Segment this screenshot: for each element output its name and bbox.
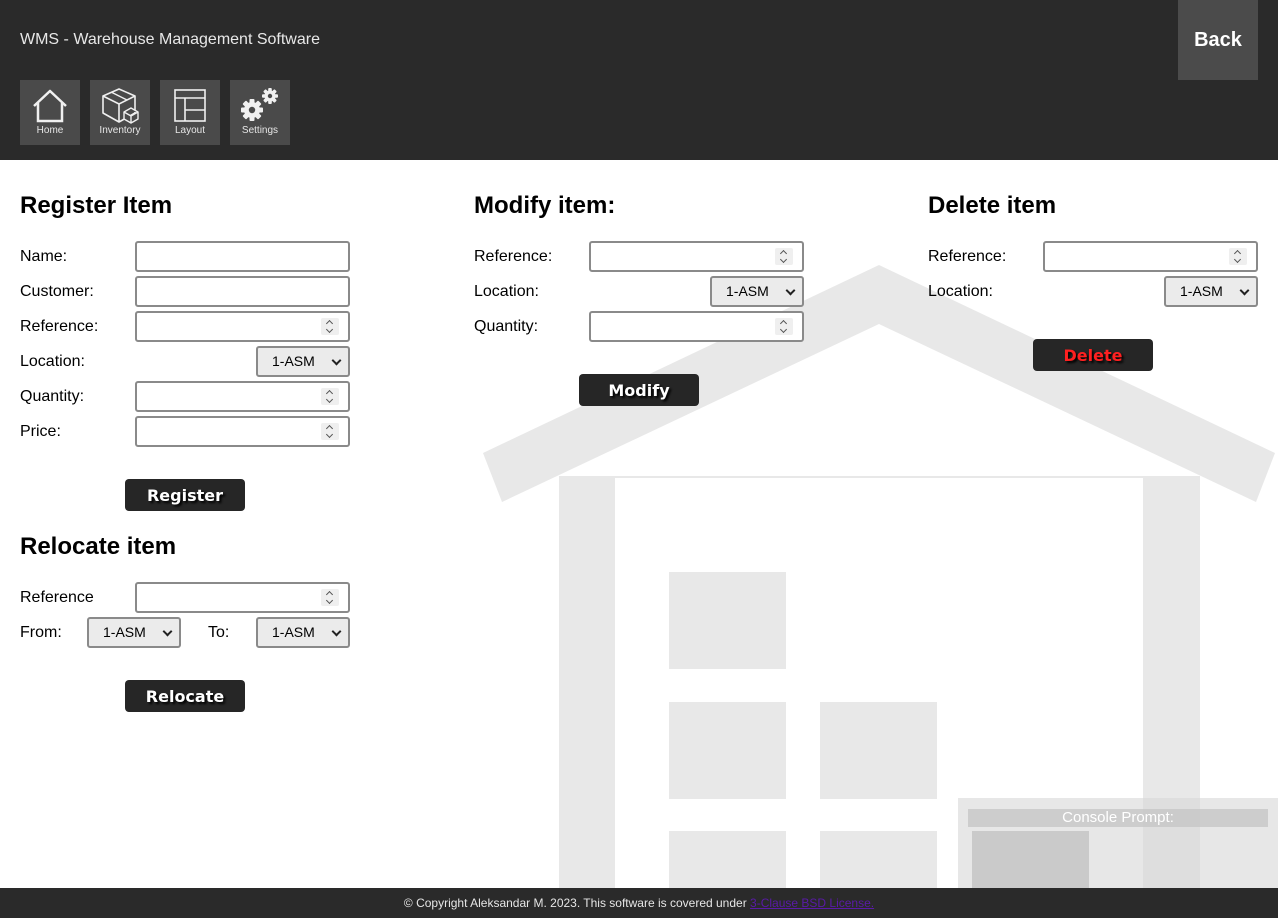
nav-settings-button[interactable]: Settings [230,80,290,145]
delete-title: Delete item [928,192,1057,219]
nav-layout-label: Layout [174,125,206,136]
chevron-down-icon [331,355,342,366]
register-reference-input[interactable] [135,311,350,342]
register-location-label: Location: [20,353,85,370]
modify-location-label: Location: [474,283,539,300]
relocate-title: Relocate item [20,533,177,560]
app-header: WMS - Warehouse Management Software Back… [0,0,1278,160]
nav-layout-button[interactable]: Layout [160,80,220,145]
spinner-icon[interactable] [775,318,793,335]
console-title: Console Prompt: [968,809,1268,827]
relocate-button[interactable]: Relocate [125,680,245,712]
modify-location-select[interactable]: 1-ASM [710,276,804,307]
delete-reference-input[interactable] [1043,241,1258,272]
delete-location-value: 1-ASM [1180,283,1223,299]
relocate-from-select[interactable]: 1-ASM [87,617,181,648]
register-location-value: 1-ASM [272,353,315,369]
spinner-icon[interactable] [321,388,339,405]
modify-reference-label: Reference: [474,248,553,265]
license-link[interactable]: 3-Clause BSD License. [750,896,874,910]
footer-copyright: © Copyright Aleksandar M. 2023. This sof… [403,896,751,910]
app-title: WMS - Warehouse Management Software [20,31,320,48]
modify-quantity-label: Quantity: [474,318,539,335]
warehouse-background-icon [483,265,1275,888]
delete-reference-label: Reference: [928,248,1007,265]
modify-reference-input[interactable] [589,241,804,272]
chevron-down-icon [785,285,796,296]
modify-title: Modify item: [474,192,616,219]
relocate-to-label: To: [208,624,230,641]
relocate-reference-label: Reference [20,589,94,606]
relocate-to-select[interactable]: 1-ASM [256,617,350,648]
chevron-down-icon [331,626,342,637]
delete-location-label: Location: [928,283,993,300]
relocate-from-label: From: [20,624,62,641]
chevron-down-icon [1239,285,1250,296]
chevron-down-icon [162,626,173,637]
relocate-from-value: 1-ASM [103,624,146,640]
register-quantity-input[interactable] [135,381,350,412]
back-button[interactable]: Back [1178,0,1258,80]
console-input[interactable] [972,831,1089,888]
register-reference-label: Reference: [20,318,99,335]
spinner-icon[interactable] [321,318,339,335]
spinner-icon[interactable] [1229,248,1247,265]
spinner-icon[interactable] [321,589,339,606]
relocate-to-value: 1-ASM [272,624,315,640]
nav-inventory-button[interactable]: Inventory [90,80,150,145]
register-price-input[interactable] [135,416,350,447]
nav-settings-label: Settings [241,125,279,136]
layout-icon [174,89,206,122]
modify-button[interactable]: Modify [579,374,699,406]
delete-location-select[interactable]: 1-ASM [1164,276,1258,307]
spinner-icon[interactable] [321,423,339,440]
nav-home-label: Home [36,125,64,136]
nav-inventory-label: Inventory [99,125,141,136]
register-title: Register Item [20,192,173,219]
register-button[interactable]: Register [125,479,245,511]
register-name-label: Name: [20,248,68,265]
register-price-label: Price: [20,423,61,440]
modify-quantity-input[interactable] [589,311,804,342]
gear-icon [241,88,278,121]
home-icon [33,89,67,123]
register-name-input[interactable] [135,241,350,272]
spinner-icon[interactable] [775,248,793,265]
footer: © Copyright Aleksandar M. 2023. This sof… [0,888,1278,918]
register-customer-label: Customer: [20,283,94,300]
console-panel: Console Prompt: [958,798,1278,888]
register-quantity-label: Quantity: [20,388,85,405]
nav-home-button[interactable]: Home [20,80,80,145]
delete-button[interactable]: Delete [1033,339,1153,371]
register-customer-input[interactable] [135,276,350,307]
register-location-select[interactable]: 1-ASM [256,346,350,377]
modify-location-value: 1-ASM [726,283,769,299]
relocate-reference-input[interactable] [135,582,350,613]
box-icon [102,88,139,124]
